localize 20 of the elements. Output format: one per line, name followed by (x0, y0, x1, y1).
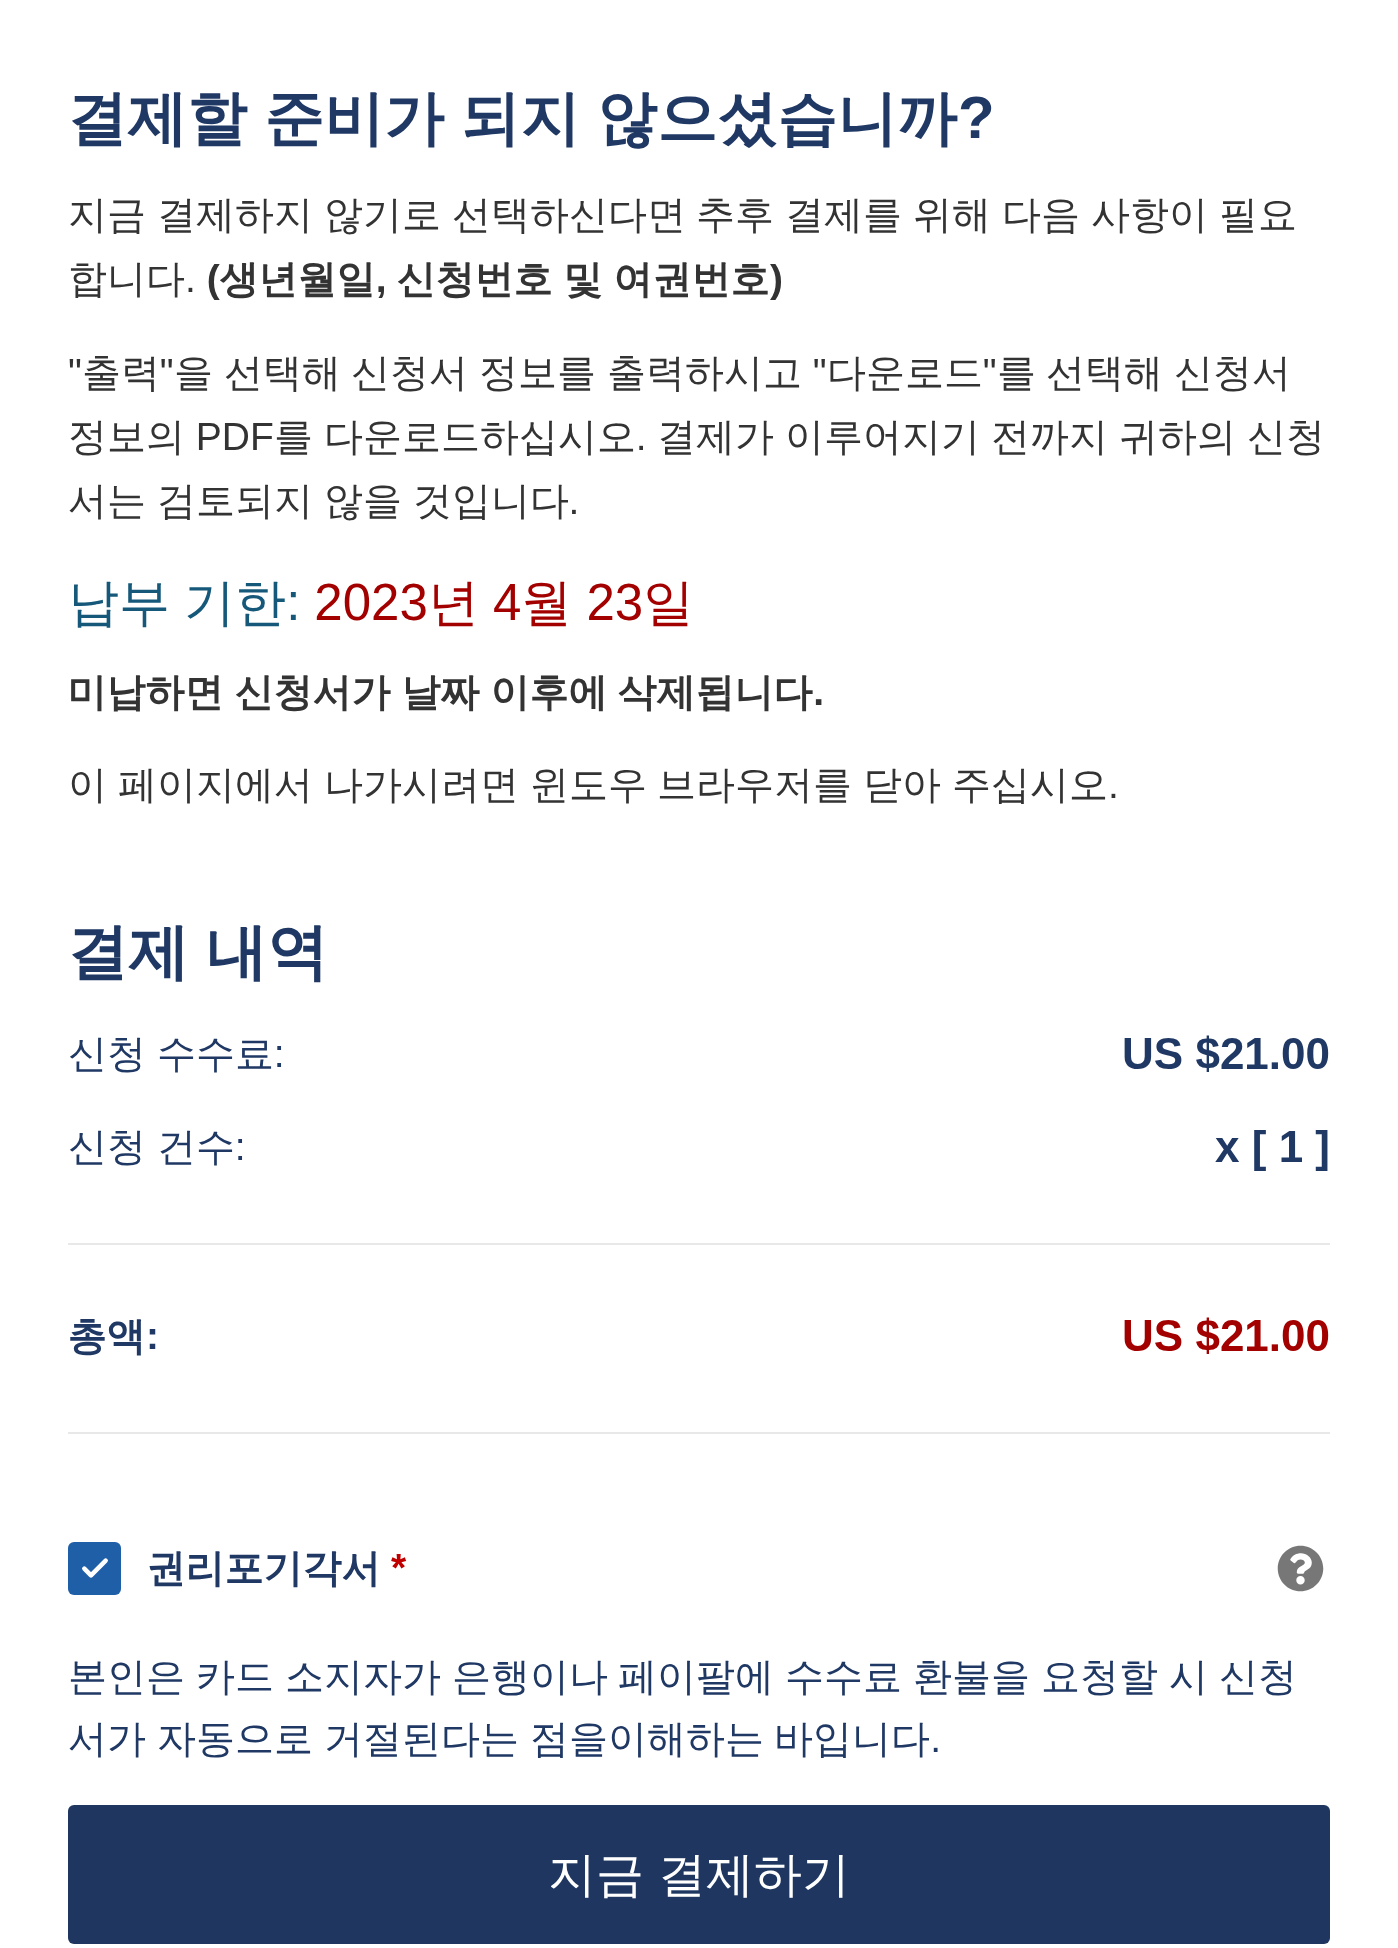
page-title: 결제할 준비가 되지 않으셨습니까? (68, 83, 996, 153)
fee-label: 신청 건수: (68, 1123, 246, 1170)
pay-now-button[interactable]: 지금 결제하기 (68, 1805, 1330, 1944)
help-icon[interactable] (1277, 1544, 1324, 1592)
section-title: 결제 내역 (68, 916, 330, 986)
required-mark: * (391, 1544, 407, 1591)
total-label: 총액: (68, 1312, 159, 1359)
waiver-text: 본인은 카드 소지자가 은행이나 페이팔에 수수료 환불을 요청할 시 신청서가 자동으로 거절된다는 점을이해하는 바입니다. (68, 1654, 1298, 1762)
exit-note: 이 페이지에서 나가시려면 윈도우 브라우저를 닫아 주십시오. (68, 762, 1120, 808)
fee-value: x [ 1 ] (1215, 1121, 1330, 1173)
info-paragraph: "출력"을 선택해 신청서 정보를 출력하시고 "다운로드"를 선택해 신청서 정보의 PDF를 다운로드하십시오. 결제가 이루어지기 전까지 귀하의 신청서는 검토되지 않을 것입니다. (68, 350, 1326, 524)
fee-value: US $21.00 (1122, 1028, 1330, 1080)
total-value: US $21.00 (1122, 1310, 1330, 1362)
waiver-checkbox[interactable] (68, 1541, 121, 1595)
waiver-label: 권리포기각서 (147, 1544, 381, 1591)
deletion-warning: 미납하면 신청서가 날짜 이후에 삭제됩니다. (68, 669, 826, 715)
fee-label: 신청 수수료: (68, 1030, 285, 1077)
due-date-label: 납부 기한: (68, 572, 301, 633)
due-date-value: 2023년 4월 23일 (314, 572, 695, 633)
info-paragraph: 지금 결제하지 않기로 선택하신다면 추후 결제를 위해 다음 사항이 필요합니다. (생년월일, 신청번호 및 여권번호) (68, 192, 1298, 302)
